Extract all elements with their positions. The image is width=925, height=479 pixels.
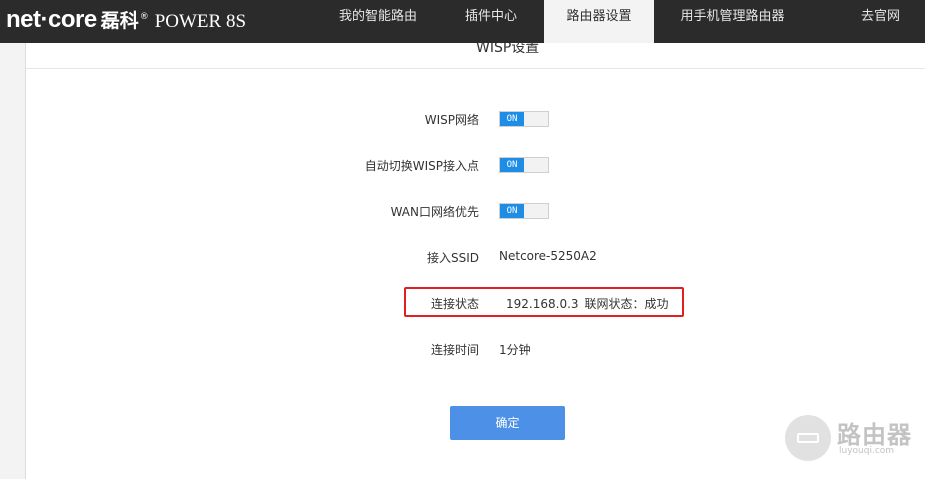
auto-switch-toggle[interactable]: ON <box>499 157 549 173</box>
ssid-value: Netcore-5250A2 <box>499 249 597 263</box>
row-connection-time: 连接时间 1分钟 <box>26 337 925 361</box>
wan-priority-toggle[interactable]: ON <box>499 203 549 219</box>
confirm-button[interactable]: 确定 <box>450 406 565 440</box>
main-nav: 我的智能路由 插件中心 路由器设置 用手机管理路由器 去官网 <box>318 0 900 43</box>
connection-time-label: 连接时间 <box>430 343 479 357</box>
connection-status-value: 192.168.0.3 联网状态：成功 <box>506 295 669 312</box>
connection-time-value: 1分钟 <box>499 343 531 357</box>
tab-my-router[interactable]: 我的智能路由 <box>318 0 438 43</box>
connection-ip: 192.168.0.3 <box>506 297 579 311</box>
brand-logo-text: net·core <box>6 6 97 33</box>
brand-model: POWER 8S <box>154 11 247 32</box>
tab-plugin-center[interactable]: 插件中心 <box>438 0 544 43</box>
side-strip <box>0 43 26 479</box>
ssid-label: 接入SSID <box>426 251 479 265</box>
row-auto-switch: 自动切换WISP接入点 ON <box>26 153 925 177</box>
row-wan-priority: WAN口网络优先 ON <box>26 199 925 223</box>
wan-priority-label: WAN口网络优先 <box>390 205 479 219</box>
tab-mobile-manage[interactable]: 用手机管理路由器 <box>654 0 811 43</box>
wan-priority-toggle-on: ON <box>500 204 524 218</box>
wisp-network-toggle[interactable]: ON <box>499 111 549 127</box>
row-connection-status: 连接状态 192.168.0.3 联网状态：成功 <box>26 291 925 315</box>
auto-switch-toggle-on: ON <box>500 158 524 172</box>
watermark-url: luyouqi.com <box>839 446 895 456</box>
top-nav-bar: net·core 磊科 ® POWER 8S 我的智能路由 插件中心 路由器设置 … <box>0 0 925 43</box>
internet-status: 联网状态：成功 <box>584 297 669 311</box>
settings-panel: WISP设置 WISP网络 ON 自动切换WISP接入点 ON WAN口网络优先… <box>26 43 925 479</box>
panel-header: WISP设置 <box>26 43 925 69</box>
wisp-network-label: WISP网络 <box>424 113 479 127</box>
auto-switch-label: 自动切换WISP接入点 <box>364 159 479 173</box>
connection-status-label: 连接状态 <box>430 297 479 311</box>
brand-cn-name: 磊科 <box>100 10 139 32</box>
registered-mark: ® <box>139 12 149 22</box>
wisp-network-toggle-on: ON <box>500 112 524 126</box>
tab-router-settings[interactable]: 路由器设置 <box>544 0 654 43</box>
router-icon <box>785 415 831 461</box>
watermark: 路由器 luyouqi.com <box>785 415 925 463</box>
row-ssid: 接入SSID Netcore-5250A2 <box>26 245 925 269</box>
watermark-text: 路由器 <box>837 421 912 449</box>
brand-logo: net·core 磊科 ® POWER 8S <box>6 6 246 36</box>
tab-official-site[interactable]: 去官网 <box>811 0 900 43</box>
panel-title: WISP设置 <box>476 43 540 56</box>
row-wisp-network: WISP网络 ON <box>26 107 925 131</box>
